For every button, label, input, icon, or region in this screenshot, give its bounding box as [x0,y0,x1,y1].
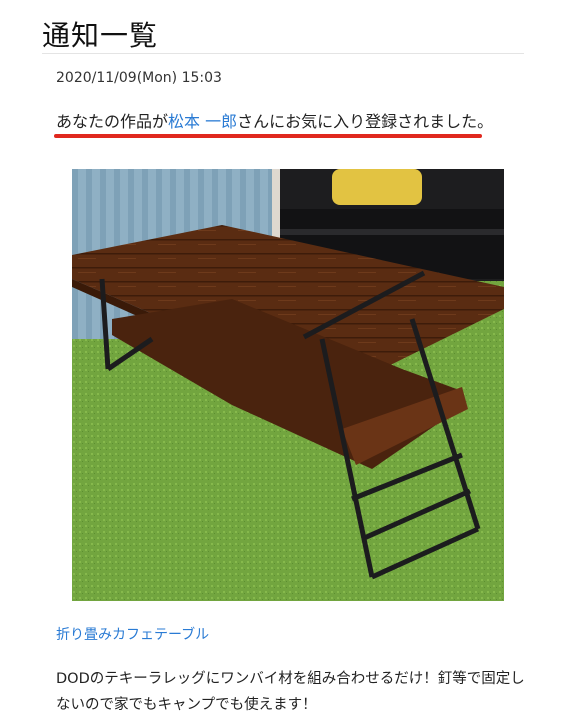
notification-timestamp: 2020/11/09(Mon) 15:03 [56,70,222,86]
work-photo[interactable] [72,169,504,601]
message-suffix: さんにお気に入り登録されました。 [237,112,494,131]
user-name-link[interactable]: 松本 一郎 [168,112,237,131]
notification-message: あなたの作品が松本 一郎さんにお気に入り登録されました。 [56,108,493,132]
table-photo-icon [72,169,504,601]
work-title-link[interactable]: 折り畳みカフェテーブル [56,624,209,644]
message-underline [54,134,482,138]
work-description: DODのテキーラレッグにワンバイ材を組み合わせるだけ！釘等で固定しないので家でも… [56,671,525,713]
page-title: 通知一覧 [42,19,159,52]
notification-page: 通知一覧 2020/11/09(Mon) 15:03 あなたの作品が松本 一郎さ… [0,0,565,725]
message-prefix: あなたの作品が [56,112,169,131]
title-divider [42,53,524,54]
